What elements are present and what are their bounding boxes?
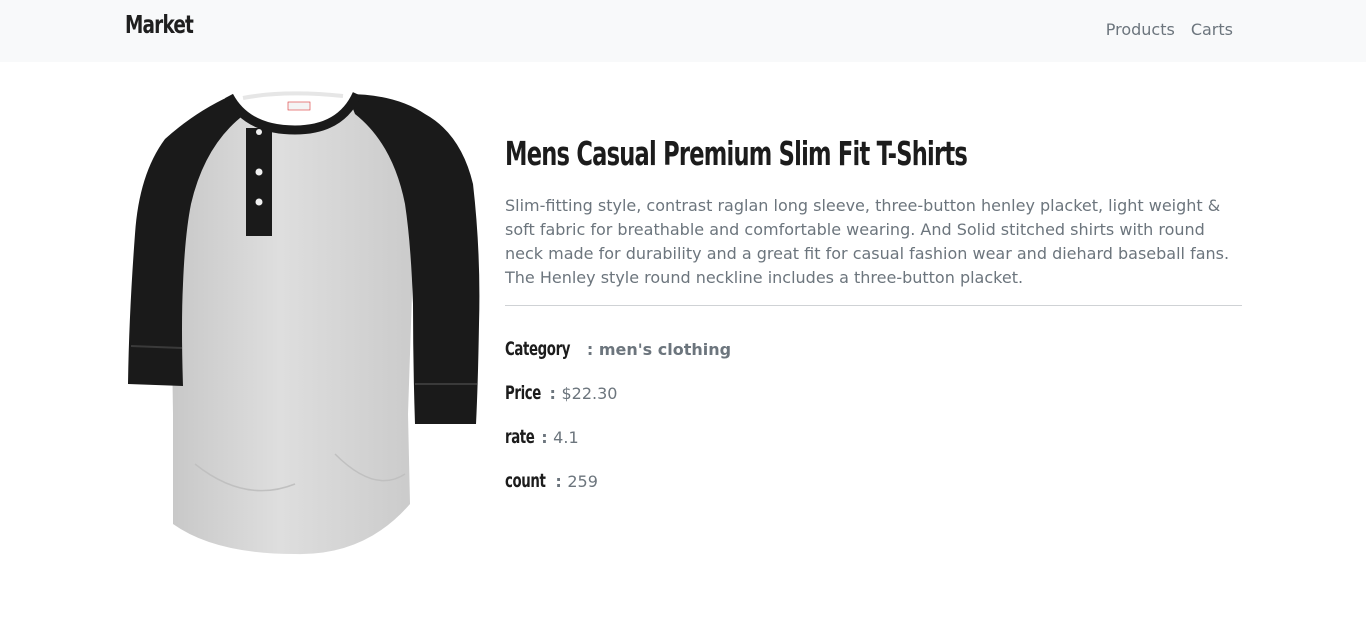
nav-link-products[interactable]: Products	[1106, 20, 1175, 39]
category-label: Category	[505, 338, 571, 360]
rate-row: rate : 4.1	[505, 426, 579, 448]
price-value: $22.30	[561, 384, 618, 403]
product-description: Slim-fitting style, contrast raglan long…	[505, 196, 1230, 287]
count-separator: :	[555, 472, 568, 491]
price-row: Price : $22.30	[505, 382, 617, 404]
rate-value: 4.1	[553, 428, 579, 447]
rate-separator: :	[541, 428, 554, 447]
product-image	[125, 84, 481, 560]
rate-label: rate	[505, 426, 535, 448]
top-navbar: Market Products Carts	[0, 0, 1366, 62]
price-separator: :	[549, 384, 562, 403]
category-separator: :	[586, 340, 599, 359]
category-row: Category : men's clothing	[505, 338, 731, 360]
count-value: 259	[567, 472, 598, 491]
product-title: Mens Casual Premium Slim Fit T-Shirts	[505, 134, 968, 173]
price-label: Price	[505, 382, 541, 404]
nav-links: Products Carts	[1106, 20, 1233, 39]
nav-link-carts[interactable]: Carts	[1191, 20, 1233, 39]
brand-logo-link[interactable]: Market	[125, 10, 194, 39]
count-row: count : 259	[505, 470, 598, 492]
divider	[505, 305, 1242, 306]
count-label: count	[505, 470, 546, 492]
category-value: men's clothing	[598, 340, 732, 359]
raglan-henley-shirt-image	[128, 89, 480, 555]
